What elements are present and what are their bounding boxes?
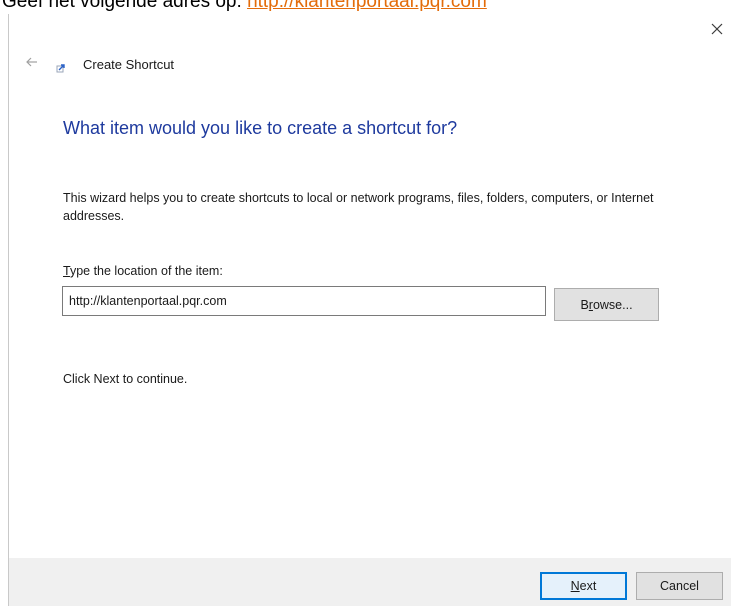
next-label-text: ext bbox=[579, 579, 597, 593]
create-shortcut-dialog: Create Shortcut What item would you like… bbox=[8, 14, 731, 606]
document-instruction-line: Geef het volgende adres op: http://klant… bbox=[2, 0, 487, 13]
location-label-accelerator: T bbox=[63, 264, 70, 278]
browse-label-suffix: owse... bbox=[592, 297, 633, 312]
screenshot: Geef het volgende adres op: http://klant… bbox=[0, 0, 731, 606]
location-label-text: ype the location of the item: bbox=[69, 264, 223, 278]
document-address-link[interactable]: http://klantenportaal.pqr.com bbox=[247, 0, 487, 12]
close-icon bbox=[711, 23, 723, 35]
dialog-footer: Next Cancel bbox=[9, 558, 731, 606]
next-label-accelerator: N bbox=[570, 579, 580, 593]
location-input[interactable] bbox=[62, 286, 546, 316]
close-button[interactable] bbox=[703, 14, 731, 44]
cancel-button[interactable]: Cancel bbox=[636, 572, 723, 600]
location-label: Type the location of the item: bbox=[63, 264, 223, 278]
browse-label-prefix: B bbox=[580, 297, 589, 312]
document-instruction-text: Geef het volgende adres op: bbox=[2, 0, 248, 12]
wizard-description: This wizard helps you to create shortcut… bbox=[63, 191, 654, 223]
back-arrow-icon bbox=[26, 57, 37, 67]
continue-instruction: Click Next to continue. bbox=[63, 372, 188, 386]
document-text-strip: Geef het volgende adres op: http://klant… bbox=[0, 0, 731, 14]
shortcut-wizard-icon bbox=[56, 64, 65, 73]
dialog-title: Create Shortcut bbox=[83, 57, 175, 72]
back-button[interactable] bbox=[24, 54, 40, 70]
next-button[interactable]: Next bbox=[540, 572, 627, 600]
wizard-heading: What item would you like to create a sho… bbox=[63, 118, 458, 138]
browse-button[interactable]: Br owse... bbox=[554, 288, 659, 321]
